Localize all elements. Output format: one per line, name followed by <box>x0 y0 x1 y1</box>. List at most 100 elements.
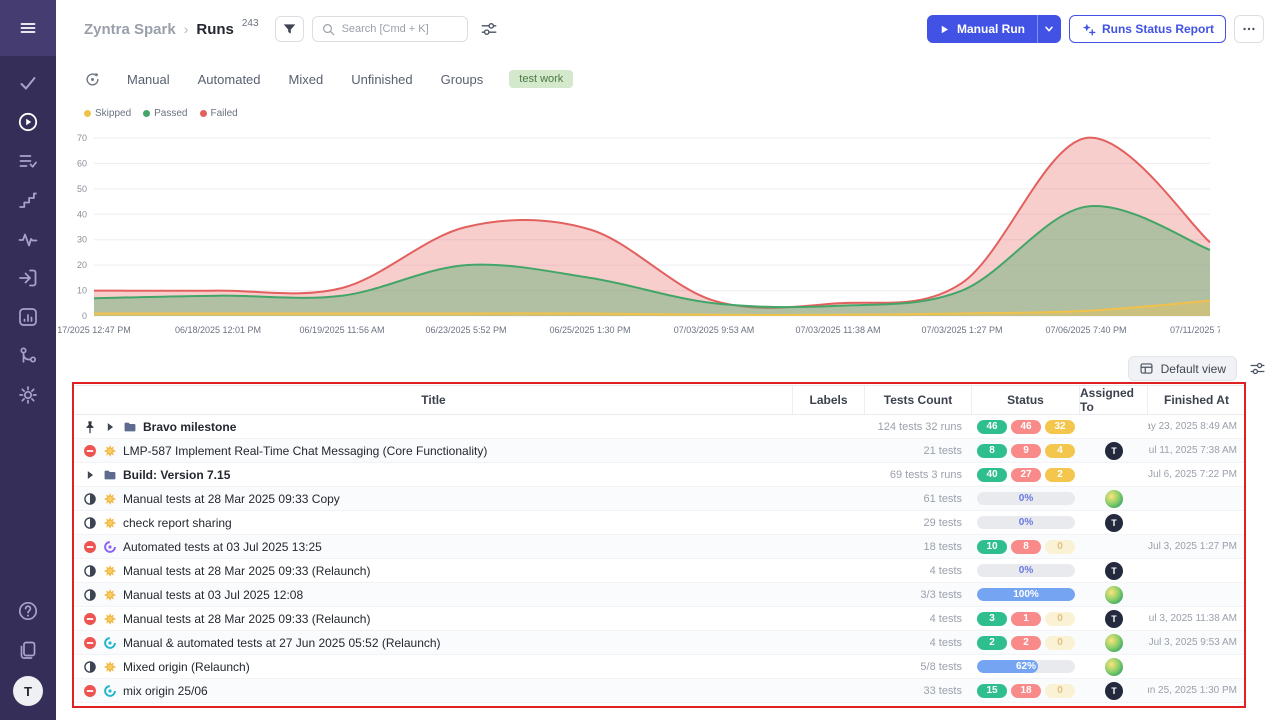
filter-tabs: Manual Automated Mixed Unfinished Groups <box>127 72 483 87</box>
table-row[interactable]: Manual tests at 28 Mar 2025 09:33 Copy 61… <box>75 487 1245 511</box>
status-cell: 310 <box>972 607 1080 630</box>
expand-caret-icon[interactable] <box>103 420 117 434</box>
menu-button[interactable] <box>0 0 56 56</box>
main-content: Zyntra Spark › Runs 243 Manual Run <box>56 0 1280 720</box>
column-finished-at: Finished At <box>1148 386 1245 414</box>
run-title-cell: Build: Version 7.15 <box>75 463 793 486</box>
finished-at: Jun 25, 2025 1:30 PM <box>1148 679 1245 702</box>
status-badge-passed: 40 <box>977 468 1007 482</box>
run-title[interactable]: check report sharing <box>123 516 232 530</box>
table-settings-icon[interactable] <box>1249 360 1266 377</box>
status-cell: 0% <box>972 559 1080 582</box>
assigned-cell: T <box>1080 607 1148 630</box>
status-badge-passed: 15 <box>977 684 1007 698</box>
integrations-icon[interactable] <box>17 345 39 367</box>
tab-unfinished[interactable]: Unfinished <box>351 72 412 87</box>
run-title[interactable]: Mixed origin (Relaunch) <box>123 660 250 674</box>
table-row[interactable]: Automated tests at 03 Jul 2025 13:2518 t… <box>75 535 1245 559</box>
run-title[interactable]: Manual tests at 28 Mar 2025 09:33 (Relau… <box>123 612 370 626</box>
progress-label: 0% <box>977 492 1075 505</box>
runs-icon[interactable] <box>17 111 39 133</box>
table-row[interactable]: Build: Version 7.1569 tests 3 runs40272J… <box>75 463 1245 487</box>
mixed-icon <box>103 684 117 698</box>
filter-button[interactable] <box>275 16 304 42</box>
table-row[interactable]: Manual tests at 28 Mar 2025 09:33 (Relau… <box>75 607 1245 631</box>
finished-at: Jul 3, 2025 1:27 PM <box>1148 535 1245 558</box>
status-cell: 894 <box>972 439 1080 462</box>
milestones-icon[interactable] <box>17 189 39 211</box>
table-header-row: Title Labels Tests Count Status Assigned… <box>75 385 1245 415</box>
svg-text:20: 20 <box>77 260 87 270</box>
expand-caret-icon[interactable] <box>83 468 97 482</box>
table-toolbar: Default view <box>1128 356 1266 381</box>
imports-icon[interactable] <box>17 267 39 289</box>
docs-icon[interactable] <box>17 639 39 661</box>
table-row[interactable]: LMP-587 Implement Real-Time Chat Messagi… <box>75 439 1245 463</box>
table-row[interactable]: Bravo milestone124 tests 32 runs464632Ma… <box>75 415 1245 439</box>
tab-manual[interactable]: Manual <box>127 72 170 87</box>
runs-status-report-label: Runs Status Report <box>1102 22 1214 36</box>
legend-failed: Failed <box>200 108 238 119</box>
assignee-avatar[interactable]: T <box>1105 610 1123 628</box>
assignee-avatar[interactable]: T <box>1105 442 1123 460</box>
table-row[interactable]: Manual tests at 03 Jul 2025 12:083/3 tes… <box>75 583 1245 607</box>
run-title[interactable]: Build: Version 7.15 <box>123 468 230 482</box>
default-view-button[interactable]: Default view <box>1128 356 1237 381</box>
assignee-avatar[interactable] <box>1105 658 1123 676</box>
run-title[interactable]: mix origin 25/06 <box>123 684 208 698</box>
run-title[interactable]: Bravo milestone <box>143 420 236 434</box>
search-input[interactable] <box>342 23 459 35</box>
labels-cell <box>793 415 865 438</box>
tab-automated[interactable]: Automated <box>198 72 261 87</box>
ellipsis-icon <box>1241 21 1257 37</box>
user-avatar[interactable]: T <box>13 676 43 706</box>
progress-bar: 100% <box>977 588 1075 601</box>
settings-icon[interactable] <box>17 384 39 406</box>
in-progress-status-icon <box>83 492 97 506</box>
filter-tag[interactable]: test work <box>509 70 573 88</box>
topbar: Zyntra Spark › Runs 243 Manual Run <box>56 0 1280 58</box>
sun-icon <box>103 564 117 578</box>
run-title[interactable]: Manual tests at 28 Mar 2025 09:33 (Relau… <box>123 564 370 578</box>
table-row[interactable]: Manual tests at 28 Mar 2025 09:33 (Relau… <box>75 559 1245 583</box>
assignee-avatar[interactable]: T <box>1105 682 1123 700</box>
run-title-cell: Manual tests at 28 Mar 2025 09:33 (Relau… <box>75 607 793 630</box>
assignee-avatar[interactable]: T <box>1105 562 1123 580</box>
assignee-avatar[interactable]: T <box>1105 514 1123 532</box>
legend-dot <box>143 110 150 117</box>
in-progress-status-icon <box>83 564 97 578</box>
tests-count: 61 tests <box>865 487 972 510</box>
assignee-avatar[interactable] <box>1105 490 1123 508</box>
help-icon[interactable] <box>17 600 39 622</box>
reports-icon[interactable] <box>17 306 39 328</box>
runs-status-report-button[interactable]: Runs Status Report <box>1069 15 1226 43</box>
table-row[interactable]: check report sharing29 tests0%T <box>75 511 1245 535</box>
tab-mixed[interactable]: Mixed <box>289 72 324 87</box>
manual-run-button[interactable]: Manual Run <box>927 15 1037 43</box>
folder-icon <box>103 468 117 482</box>
status-badge-skipped: 0 <box>1045 636 1075 650</box>
run-title[interactable]: Manual & automated tests at 27 Jun 2025 … <box>123 636 441 650</box>
run-title[interactable]: Manual tests at 03 Jul 2025 12:08 <box>123 588 303 602</box>
table-row[interactable]: mix origin 25/0633 tests15180TJun 25, 20… <box>75 679 1245 703</box>
run-title[interactable]: Manual tests at 28 Mar 2025 09:33 Copy <box>123 492 340 506</box>
run-title[interactable]: Automated tests at 03 Jul 2025 13:25 <box>123 540 322 554</box>
tab-groups[interactable]: Groups <box>441 72 484 87</box>
tests-count: 69 tests 3 runs <box>865 463 972 486</box>
breadcrumb-project[interactable]: Zyntra Spark <box>84 21 176 38</box>
svg-text:10: 10 <box>77 286 87 296</box>
assignee-avatar[interactable] <box>1105 586 1123 604</box>
tests-check-icon[interactable] <box>17 72 39 94</box>
activity-icon[interactable] <box>17 228 39 250</box>
test-cases-icon[interactable] <box>17 150 39 172</box>
tests-count: 4 tests <box>865 607 972 630</box>
filter-settings-icon[interactable] <box>480 20 498 38</box>
table-row[interactable]: Mixed origin (Relaunch)5/8 tests62% <box>75 655 1245 679</box>
more-actions-button[interactable] <box>1234 15 1264 43</box>
assignee-avatar[interactable] <box>1105 634 1123 652</box>
runs-cycle-icon[interactable] <box>84 71 101 88</box>
status-cell: 0% <box>972 511 1080 534</box>
run-title[interactable]: LMP-587 Implement Real-Time Chat Messagi… <box>123 444 487 458</box>
table-row[interactable]: Manual & automated tests at 27 Jun 2025 … <box>75 631 1245 655</box>
manual-run-dropdown-button[interactable] <box>1037 15 1061 43</box>
